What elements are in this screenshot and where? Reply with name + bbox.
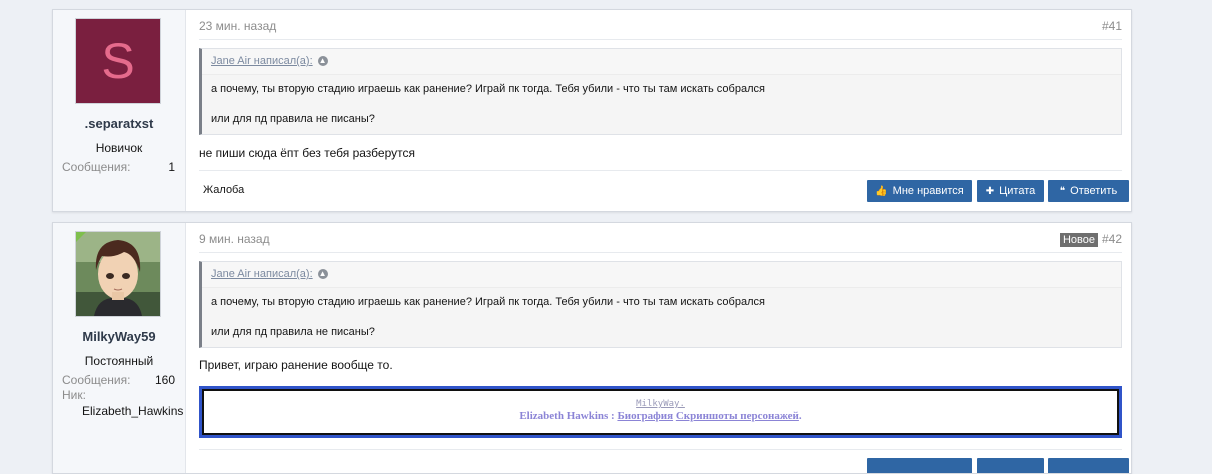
- quote-block: Jane Air написал(а): ▲ а почему, ты втору…: [199, 48, 1122, 135]
- nick-stat: Ник:: [62, 388, 175, 402]
- plus-icon: ✚: [985, 186, 995, 197]
- post-header: 23 мин. назад #41: [199, 19, 1122, 40]
- footer-divider: [199, 170, 1122, 171]
- user-title: Новичок: [95, 141, 143, 155]
- nick-value: Elizabeth_Hawkins: [82, 404, 184, 418]
- quote-author-link[interactable]: Jane Air написал(а):: [211, 268, 313, 280]
- online-indicator: [76, 232, 86, 242]
- anime-character-avatar-image: [76, 232, 160, 316]
- quote-line-2: или для пд правила не писаны?: [211, 113, 375, 125]
- messages-stat: Сообщения: 160: [62, 373, 175, 387]
- post-number[interactable]: #41: [1102, 19, 1122, 33]
- quote-line-2: или для пд правила не писаны?: [211, 326, 375, 338]
- quote-label: Цитата: [999, 185, 1036, 197]
- signature-line: Elizabeth Hawkins : Биография Скриншоты …: [204, 410, 1117, 422]
- like-button[interactable]: [867, 458, 972, 473]
- post-time[interactable]: 23 мин. назад: [199, 19, 276, 33]
- quote-button[interactable]: ✚ Цитата: [977, 180, 1044, 202]
- quote-line-1: а почему, ты вторую стадию играешь как р…: [211, 83, 765, 95]
- signature-name[interactable]: MilkyWay.: [204, 399, 1117, 409]
- biography-link[interactable]: Биография: [617, 410, 673, 422]
- quote-header: Jane Air написал(а): ▲: [202, 49, 1121, 75]
- report-link[interactable]: Жалоба: [203, 184, 244, 196]
- nick-label: Ник:: [62, 388, 86, 402]
- post-42: MilkyWay59 Постоянный Сообщения: 160 Ник…: [52, 222, 1132, 474]
- new-badge: Новое: [1059, 233, 1098, 247]
- user-info-panel: MilkyWay59 Постоянный Сообщения: 160 Ник…: [53, 223, 186, 473]
- user-info-panel: S .separatxst Новичок Сообщения: 1: [53, 10, 186, 211]
- post-41: S .separatxst Новичок Сообщения: 1 23 ми…: [52, 9, 1132, 212]
- reply-button[interactable]: ❝ Ответить: [1048, 180, 1129, 202]
- signature-character: Elizabeth Hawkins: [519, 410, 609, 422]
- avatar[interactable]: S: [75, 18, 161, 104]
- thumbs-up-icon: 👍: [875, 186, 888, 197]
- quote-button[interactable]: [977, 458, 1044, 473]
- signature-end: .: [798, 410, 802, 422]
- quote-line-1: а почему, ты вторую стадию играешь как р…: [211, 296, 765, 308]
- post-content: 9 мин. назад Новое #42 Jane Air написал(…: [199, 223, 1129, 473]
- messages-count: 160: [154, 373, 175, 387]
- like-button[interactable]: 👍 Мне нравится: [867, 180, 972, 202]
- quote-header: Jane Air написал(а): ▲: [202, 262, 1121, 288]
- post-message: Привет, играю ранение вообще то.: [199, 358, 393, 372]
- username[interactable]: .separatxst: [53, 116, 185, 131]
- quote-block: Jane Air написал(а): ▲ а почему, ты втору…: [199, 261, 1122, 348]
- avatar[interactable]: [75, 231, 161, 317]
- reply-button[interactable]: [1048, 458, 1129, 473]
- post-time[interactable]: 9 мин. назад: [199, 232, 270, 246]
- footer-divider: [199, 449, 1122, 450]
- messages-label: Сообщения:: [62, 373, 131, 387]
- signature: MilkyWay. Elizabeth Hawkins : Биография …: [199, 386, 1122, 438]
- quote-author-link[interactable]: Jane Air написал(а):: [211, 55, 313, 67]
- reply-label: Ответить: [1070, 185, 1118, 197]
- user-title: Постоянный: [84, 354, 154, 368]
- screenshots-link[interactable]: Скриншоты персонажей: [676, 410, 799, 422]
- post-header: 9 мин. назад Новое #42: [199, 232, 1122, 253]
- post-message: не пиши сюда ёпт без тебя разберутся: [199, 146, 415, 160]
- circle-arrow-icon[interactable]: ▲: [317, 269, 328, 280]
- messages-count: 1: [168, 160, 175, 174]
- username[interactable]: MilkyWay59: [53, 329, 185, 344]
- circle-arrow-icon[interactable]: ▲: [317, 56, 328, 67]
- quote-marks-icon: ❝: [1059, 186, 1066, 197]
- like-label: Мне нравится: [892, 185, 964, 197]
- messages-stat: Сообщения: 1: [62, 160, 175, 174]
- post-number[interactable]: #42: [1102, 232, 1122, 246]
- messages-label: Сообщения:: [62, 160, 131, 174]
- signature-box: MilkyWay. Elizabeth Hawkins : Биография …: [202, 389, 1119, 435]
- post-content: 23 мин. назад #41 Jane Air написал(а): ▲ …: [199, 10, 1129, 211]
